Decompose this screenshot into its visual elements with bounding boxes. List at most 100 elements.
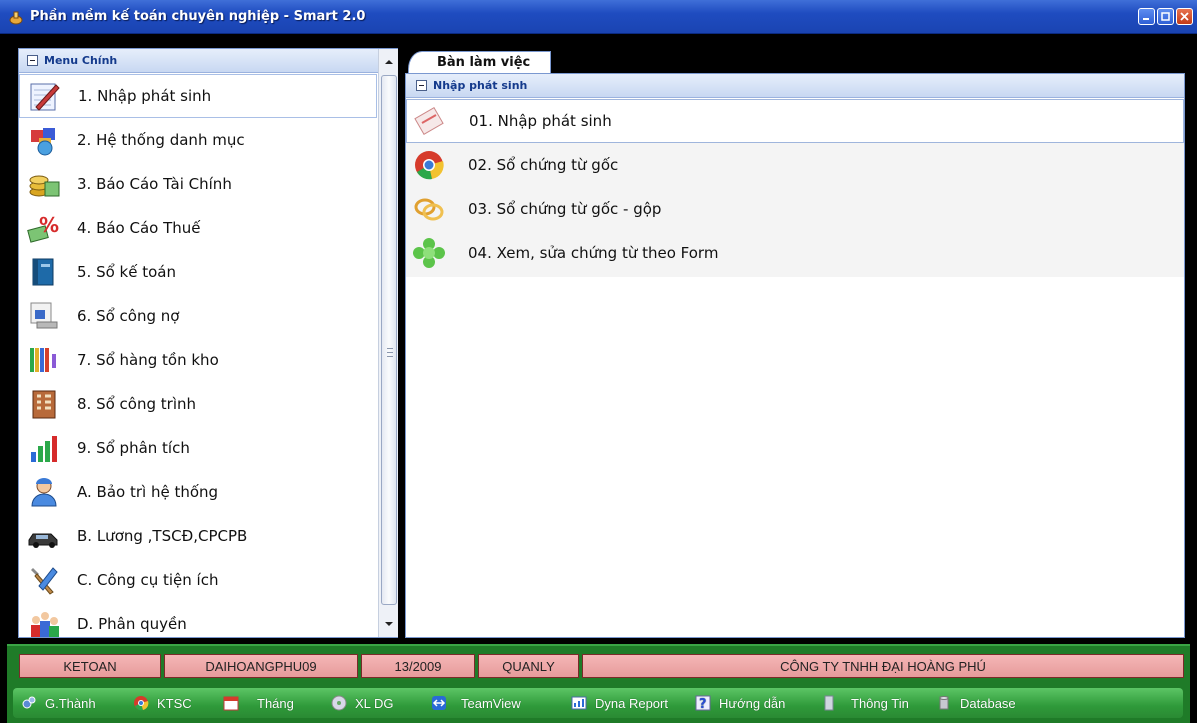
minimize-icon bbox=[1143, 18, 1149, 20]
database-icon bbox=[939, 696, 949, 710]
ledger-book-icon bbox=[32, 258, 54, 286]
collapse-icon[interactable] bbox=[416, 80, 427, 91]
chrome-icon bbox=[415, 151, 444, 180]
rings-icon bbox=[414, 198, 444, 221]
thang-button[interactable]: Tháng bbox=[223, 691, 331, 715]
menu-item-label: C. Công cụ tiện ích bbox=[77, 571, 219, 589]
percent-money-icon: % bbox=[27, 213, 59, 243]
task-item-nhap-phat-sinh[interactable]: 01. Nhập phát sinh bbox=[406, 99, 1184, 143]
maximize-button[interactable] bbox=[1157, 8, 1174, 25]
collapse-icon[interactable] bbox=[27, 55, 38, 66]
document-card-icon bbox=[30, 302, 58, 329]
window-controls bbox=[1138, 8, 1193, 25]
scroll-down-icon[interactable] bbox=[382, 617, 396, 631]
menu-item-label: D. Phân quyền bbox=[77, 615, 187, 633]
close-button[interactable] bbox=[1176, 8, 1193, 25]
cubes-globe-icon bbox=[31, 128, 55, 156]
menu-item-bao-tri-he-thong[interactable]: A. Bảo trì hệ thống bbox=[19, 470, 377, 514]
toolbar-label: Hướng dẫn bbox=[719, 695, 786, 711]
status-company: CÔNG TY TNHH ĐẠI HOÀNG PHÚ bbox=[582, 654, 1184, 678]
minimize-button[interactable] bbox=[1138, 8, 1155, 25]
help-icon: ? bbox=[695, 695, 711, 711]
status-database: DAIHOANGPHU09 bbox=[164, 654, 358, 678]
teamview-button[interactable]: TeamView bbox=[431, 691, 571, 715]
svg-text:?: ? bbox=[699, 697, 707, 711]
toolbar-label: Dyna Report bbox=[595, 695, 668, 711]
grip-icon bbox=[387, 348, 393, 357]
menu-item-so-ke-toan[interactable]: 5. Sổ kế toán bbox=[19, 250, 377, 294]
menu-item-label: 9. Sổ phân tích bbox=[77, 439, 190, 457]
app-icon bbox=[9, 11, 23, 25]
workspace-header[interactable]: Nhập phát sinh bbox=[406, 74, 1184, 98]
scrollbar-thumb[interactable] bbox=[381, 75, 397, 605]
menu-item-he-thong-danh-muc[interactable]: 2. Hệ thống danh mục bbox=[19, 118, 377, 162]
pen-notebook-icon bbox=[30, 83, 60, 111]
chrome-icon bbox=[134, 696, 149, 711]
status-period: 13/2009 bbox=[361, 654, 475, 678]
window-title: Phần mềm kế toán chuyên nghiệp - Smart 2… bbox=[30, 9, 366, 24]
toolbar-label: TeamView bbox=[461, 695, 521, 711]
workspace-panel: Nhập phát sinh 01. Nhập phát sinh 02. Sổ… bbox=[405, 73, 1185, 638]
menu-scrollbar[interactable] bbox=[378, 49, 398, 637]
task-item-label: 01. Nhập phát sinh bbox=[469, 112, 612, 130]
teamviewer-icon bbox=[432, 696, 446, 710]
main-menu-header[interactable]: Menu Chính bbox=[19, 49, 397, 73]
toolbar-label: G.Thành bbox=[45, 695, 96, 711]
xldg-button[interactable]: XL DG bbox=[331, 691, 431, 715]
maximize-icon bbox=[1161, 12, 1170, 21]
menu-item-bao-cao-thue[interactable]: % 4. Báo Cáo Thuế bbox=[19, 206, 377, 250]
scroll-up-icon[interactable] bbox=[382, 55, 396, 69]
menu-item-label: B. Lương ,TSCĐ,CPCPB bbox=[77, 527, 248, 545]
dyna-report-button[interactable]: Dyna Report bbox=[571, 691, 695, 715]
toolbar-label: KTSC bbox=[157, 695, 192, 711]
menu-item-so-phan-tich[interactable]: 9. Sổ phân tích bbox=[19, 426, 377, 470]
coins-money-icon bbox=[29, 175, 60, 197]
status-role: QUANLY bbox=[478, 654, 579, 678]
toolbar-label: Database bbox=[960, 695, 1016, 711]
menu-item-luong-tscd[interactable]: B. Lương ,TSCĐ,CPCPB bbox=[19, 514, 377, 558]
bar-chart-icon bbox=[31, 436, 57, 462]
menu-item-label: 8. Sổ công trình bbox=[77, 395, 196, 413]
menu-item-label: 3. Báo Cáo Tài Chính bbox=[77, 175, 232, 193]
car-icon bbox=[28, 533, 58, 548]
status-row: KETOAN DAIHOANGPHU09 13/2009 QUANLY CÔNG… bbox=[19, 654, 1184, 678]
menu-item-label: 2. Hệ thống danh mục bbox=[77, 131, 245, 149]
close-icon bbox=[1180, 12, 1189, 21]
gears-icon bbox=[22, 696, 36, 709]
calendar-icon bbox=[223, 696, 239, 711]
toolbar-label: XL DG bbox=[355, 695, 394, 711]
task-item-label: 03. Sổ chứng từ gốc - gộp bbox=[468, 200, 662, 218]
menu-item-bao-cao-tai-chinh[interactable]: 3. Báo Cáo Tài Chính bbox=[19, 162, 377, 206]
menu-item-nhap-phat-sinh[interactable]: 1. Nhập phát sinh bbox=[19, 74, 377, 118]
task-item-xem-sua-chung-tu[interactable]: 04. Xem, sửa chứng từ theo Form bbox=[406, 231, 1184, 275]
toolbar-label: Thông Tin bbox=[851, 695, 909, 711]
menu-item-cong-cu-tien-ich[interactable]: C. Công cụ tiện ích bbox=[19, 558, 377, 602]
task-item-so-chung-tu-goc[interactable]: 02. Sổ chứng từ gốc bbox=[406, 143, 1184, 187]
ktsc-button[interactable]: KTSC bbox=[133, 691, 223, 715]
color-pencils-icon bbox=[30, 348, 56, 372]
status-user: KETOAN bbox=[19, 654, 161, 678]
menu-item-phan-quyen[interactable]: D. Phân quyền bbox=[19, 602, 377, 646]
report-icon bbox=[571, 696, 587, 710]
notepad-icon bbox=[414, 107, 444, 135]
menu-item-so-hang-ton-kho[interactable]: 7. Sổ hàng tồn kho bbox=[19, 338, 377, 382]
task-item-so-chung-tu-goc-gop[interactable]: 03. Sổ chứng từ gốc - gộp bbox=[406, 187, 1184, 231]
thong-tin-button[interactable]: Thông Tin bbox=[821, 691, 936, 715]
gthanh-button[interactable]: G.Thành bbox=[21, 691, 133, 715]
menu-item-label: 7. Sổ hàng tồn kho bbox=[77, 351, 219, 369]
task-item-label: 04. Xem, sửa chứng từ theo Form bbox=[468, 244, 719, 262]
toolbar-label: Tháng bbox=[257, 695, 294, 711]
task-list: 01. Nhập phát sinh 02. Sổ chứng từ gốc 0… bbox=[406, 99, 1184, 277]
tab-ban-lam-viec[interactable]: Bàn làm việc bbox=[408, 51, 551, 73]
menu-item-so-cong-no[interactable]: 6. Sổ công nợ bbox=[19, 294, 377, 338]
menu-item-so-cong-trinh[interactable]: 8. Sổ công trình bbox=[19, 382, 377, 426]
main-menu-title: Menu Chính bbox=[44, 54, 118, 67]
disc-icon bbox=[331, 695, 347, 711]
menu-item-label: 4. Báo Cáo Thuế bbox=[77, 219, 201, 237]
huong-dan-button[interactable]: ? Hướng dẫn bbox=[695, 691, 821, 715]
menu-item-label: 1. Nhập phát sinh bbox=[78, 87, 212, 105]
info-file-icon bbox=[824, 695, 834, 711]
task-item-label: 02. Sổ chứng từ gốc bbox=[468, 156, 619, 174]
building-icon bbox=[32, 390, 56, 419]
database-button[interactable]: Database bbox=[936, 691, 1046, 715]
